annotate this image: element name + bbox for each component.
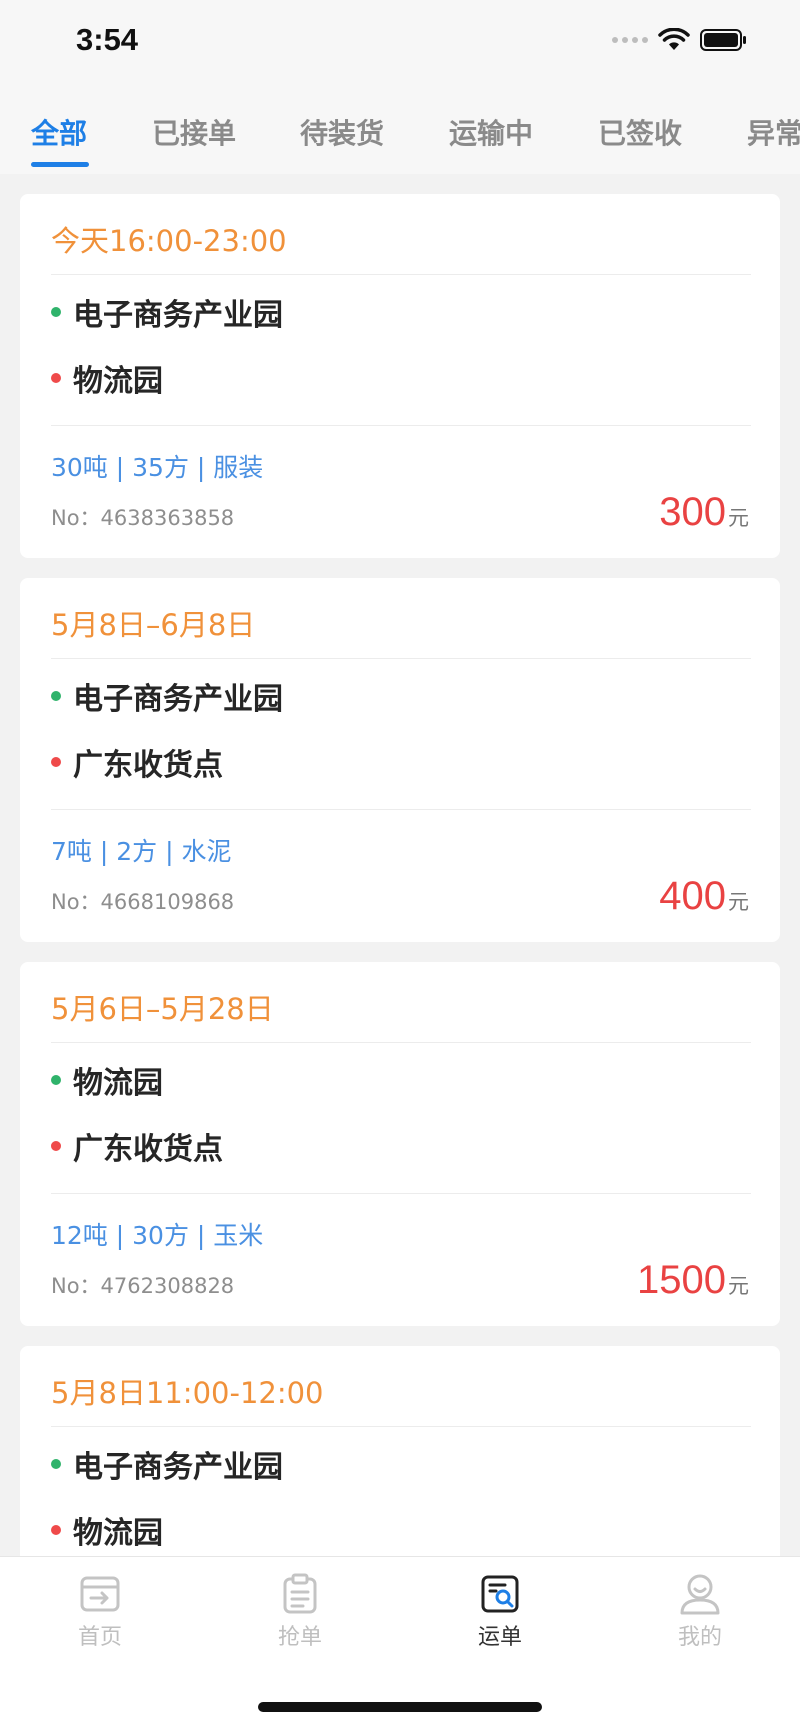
status-time: 3:54 [76,22,139,57]
origin-label: 电子商务产业园 [73,682,283,717]
origin-label: 电子商务产业园 [73,298,283,333]
price-unit: 元 [728,1274,749,1298]
destination-label: 物流园 [73,364,163,399]
order-number: No：4668109868 [51,890,235,914]
order-card[interactable]: 5月6日–5月28日 物流园 广东收货点 12吨 | 30方 | 玉米 No：4… [20,962,780,1326]
origin-location: 电子商务产业园 [51,1442,283,1486]
origin-dot-icon [51,1075,61,1085]
profile-icon [680,1574,720,1615]
cargo-spec: 30吨 | 35方 | 服装 [51,453,264,482]
origin-location: 物流园 [51,1058,163,1102]
price-amount: 1500 [637,1258,726,1302]
signal-icon [612,37,648,43]
destination-label: 物流园 [73,1516,163,1551]
order-list: 今天16:00-23:00 电子商务产业园 物流园 30吨 | 35方 | 服装… [0,174,800,1556]
nav-waybill[interactable]: 运单 [440,1573,560,1651]
screen: 3:54 全部 已接单 待装货 运输中 已签收 异常 今天16:00-23:00… [0,0,800,1731]
tab-accepted[interactable]: 已接单 [152,112,236,152]
order-price: 1500 元 [637,1258,749,1303]
order-card[interactable]: 5月8日11:00-12:00 电子商务产业园 物流园 [20,1346,780,1556]
nav-grab-order[interactable]: 抢单 [240,1573,360,1651]
cargo-spec: 12吨 | 30方 | 玉米 [51,1221,264,1250]
order-number: No：4762308828 [51,1274,235,1298]
origin-dot-icon [51,307,61,317]
destination-location: 物流园 [51,356,163,400]
destination-dot-icon [51,1525,61,1535]
price-amount: 400 [659,874,726,918]
nav-grab-order-label: 抢单 [277,1625,322,1650]
waybill-search-icon [481,1575,519,1613]
origin-location: 电子商务产业园 [51,290,283,334]
destination-label: 广东收货点 [73,748,223,783]
clipboard-icon [283,1573,317,1614]
divider [51,658,751,659]
divider [51,1193,751,1194]
order-card[interactable]: 5月8日–6月8日 电子商务产业园 广东收货点 7吨 | 2方 | 水泥 No：… [20,578,780,942]
origin-label: 电子商务产业园 [73,1450,283,1485]
home-indicator[interactable] [258,1702,542,1712]
order-card[interactable]: 今天16:00-23:00 电子商务产业园 物流园 30吨 | 35方 | 服装… [20,194,780,558]
status-bar: 3:54 [0,0,800,88]
order-date: 今天16:00-23:00 [51,224,287,258]
nav-home-label: 首页 [77,1625,122,1650]
price-amount: 300 [659,490,726,534]
tab-signed[interactable]: 已签收 [598,112,682,152]
destination-dot-icon [51,1141,61,1151]
home-icon [80,1576,120,1612]
origin-location: 电子商务产业园 [51,674,283,718]
divider [51,274,751,275]
destination-location: 广东收货点 [51,740,223,784]
destination-dot-icon [51,373,61,383]
tab-all[interactable]: 全部 [31,112,87,152]
tab-awaiting-loading[interactable]: 待装货 [300,112,384,152]
cargo-spec: 7吨 | 2方 | 水泥 [51,837,232,866]
nav-home[interactable]: 首页 [40,1573,160,1651]
order-price: 400 元 [659,874,749,919]
order-date: 5月8日–6月8日 [51,608,256,642]
destination-dot-icon [51,757,61,767]
price-unit: 元 [728,506,749,530]
nav-profile-label: 我的 [677,1625,722,1650]
divider [51,425,751,426]
order-date: 5月6日–5月28日 [51,992,274,1026]
nav-waybill-label: 运单 [477,1625,522,1650]
divider [51,809,751,810]
wifi-icon [658,28,690,52]
active-tab-indicator [31,162,89,167]
status-icons [612,28,748,52]
nav-profile[interactable]: 我的 [640,1573,760,1651]
divider [51,1042,751,1043]
origin-label: 物流园 [73,1066,163,1101]
divider [51,1426,751,1427]
battery-icon [700,28,748,52]
order-number: No：4638363858 [51,506,235,530]
destination-label: 广东收货点 [73,1132,223,1167]
order-price: 300 元 [659,490,749,535]
order-status-tabs: 全部 已接单 待装货 运输中 已签收 异常 [0,88,800,174]
origin-dot-icon [51,1459,61,1469]
price-unit: 元 [728,890,749,914]
origin-dot-icon [51,691,61,701]
tab-exception[interactable]: 异常 [747,112,800,152]
destination-location: 广东收货点 [51,1124,223,1168]
tab-in-transit[interactable]: 运输中 [449,112,533,152]
order-date: 5月8日11:00-12:00 [51,1376,324,1410]
destination-location: 物流园 [51,1508,163,1552]
